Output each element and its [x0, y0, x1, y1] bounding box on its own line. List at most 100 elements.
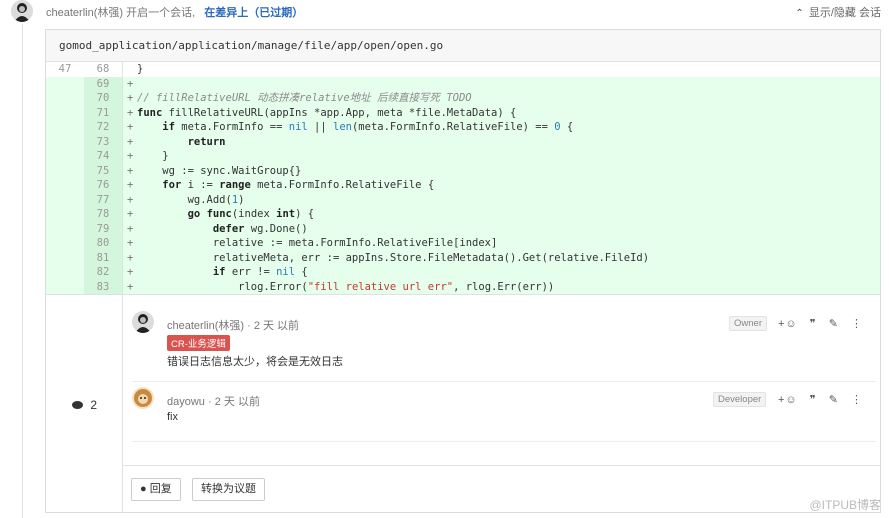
new-line-number[interactable]: 78 — [84, 207, 122, 222]
diff-sign: + — [127, 266, 134, 278]
new-line-number[interactable]: 75 — [84, 163, 122, 178]
new-line-number[interactable]: 83 — [84, 279, 122, 294]
new-line-number[interactable]: 72 — [84, 120, 122, 135]
diff-sign: + — [127, 237, 134, 249]
diff-line: 71 + func fillRelativeURL(appIns *app.App,… — [46, 105, 880, 120]
header-author[interactable]: cheaterlin(林强) — [46, 7, 123, 19]
note-separator: · — [247, 320, 251, 332]
convert-to-issue-button[interactable]: 转换为议题 — [192, 478, 265, 501]
code-text: defer wg.Done() — [212, 222, 308, 235]
new-line-number[interactable]: 71 — [84, 105, 122, 120]
gutter-divider — [122, 279, 123, 294]
note-time: 2 天 以前 — [214, 396, 260, 408]
new-line-number[interactable]: 73 — [84, 134, 122, 149]
gutter-divider — [122, 62, 123, 77]
label-badge[interactable]: CR-业务逻辑 — [167, 335, 230, 351]
note-divider — [132, 441, 876, 442]
gutter-divider — [122, 91, 123, 106]
old-line-number[interactable]: 47 — [46, 62, 84, 77]
gutter-divider — [122, 134, 123, 149]
note-meta: cheaterlin(林强) · 2 天 以前 — [167, 317, 299, 333]
diff-line: 82 + if err != nil { — [46, 265, 880, 280]
diff-line: 77 + wg.Add(1) — [46, 192, 880, 207]
new-line-number[interactable]: 80 — [84, 236, 122, 251]
discussion-thread: 2 cheaterlin(林强) · 2 天 以前 Owner +☺ ❞ ✎ ⋮… — [46, 294, 880, 513]
note-author[interactable]: cheaterlin(林强) — [167, 320, 244, 332]
diff-sign: + — [127, 164, 134, 177]
add-emoji-icon[interactable]: +☺ — [778, 318, 798, 330]
quote-icon[interactable]: ❞ — [810, 318, 817, 330]
diff-line: 80 + relative := meta.FormInfo.RelativeFi… — [46, 236, 880, 251]
diff-file-header[interactable]: gomod_application/application/manage/fil… — [46, 30, 880, 62]
gutter-divider — [122, 221, 123, 236]
chevron-up-icon: ⌃ — [795, 8, 804, 19]
discussion-count-panel: 2 — [46, 295, 123, 513]
new-line-number[interactable]: 82 — [84, 265, 122, 280]
gutter-divider — [122, 120, 123, 135]
toggle-discussion-button[interactable]: ⌃ 显示/隐藏 会话 — [795, 4, 881, 20]
new-line-number[interactable]: 79 — [84, 221, 122, 236]
code-text: wg.Add(1) — [137, 193, 245, 206]
gutter-divider — [122, 178, 123, 193]
gutter-divider — [122, 236, 123, 251]
code-text: if err != nil { — [212, 266, 308, 278]
note-separator: · — [207, 396, 212, 408]
diff-line: 72 + if meta.FormInfo == nil || len(meta.… — [46, 120, 880, 135]
timeline-line — [22, 24, 23, 518]
note-body: fix — [167, 411, 178, 423]
edit-icon[interactable]: ✎ — [829, 394, 839, 406]
diff-line: 83 + rlog.Error("fill relative url err", … — [46, 279, 880, 294]
note-meta: dayowu · 2 天 以前 — [167, 393, 260, 409]
header-text: cheaterlin(林强) 开启一个会话, 在差异上（已过期） — [46, 4, 303, 20]
diff-sign: + — [127, 92, 134, 104]
edit-icon[interactable]: ✎ — [829, 318, 839, 330]
code-text: return — [187, 135, 226, 148]
diff-line: 78 + go func(index int) { — [46, 207, 880, 222]
diff-sign: + — [127, 280, 134, 293]
note-author[interactable]: dayowu — [167, 396, 205, 408]
more-icon[interactable]: ⋮ — [851, 394, 863, 406]
reply-label: 回复 — [149, 483, 172, 495]
new-line-number[interactable]: 77 — [84, 192, 122, 207]
code-text: if meta.FormInfo == nil || len(meta.Form… — [162, 121, 574, 133]
comment-icon: ● — [140, 483, 147, 495]
code-text: } — [137, 63, 144, 75]
note-actions: +☺ ❞ ✎ ⋮ — [778, 393, 863, 406]
new-line-number[interactable]: 68 — [84, 62, 122, 77]
code-text: rlog.Error("fill relative url err", rlog… — [137, 280, 555, 293]
diff-line: 73 + return — [46, 134, 880, 149]
code-text: for i := range meta.FormInfo.RelativeFil… — [162, 179, 435, 191]
code-text: go func(index int) { — [187, 208, 315, 220]
add-emoji-icon[interactable]: +☺ — [778, 394, 798, 406]
avatar[interactable] — [132, 311, 154, 333]
outdated-diff-link[interactable]: 在差异上（已过期） — [204, 7, 303, 19]
reply-button[interactable]: ● 回复 — [131, 478, 181, 501]
comment-bubble-icon — [72, 401, 83, 409]
diff-sign: + — [127, 251, 134, 264]
code-text: wg := sync.WaitGroup{} — [137, 164, 302, 177]
new-line-number[interactable]: 81 — [84, 250, 122, 265]
diff-line: 76 + for i := range meta.FormInfo.Relativ… — [46, 178, 880, 193]
avatar[interactable] — [132, 387, 154, 409]
diff-sign: + — [127, 179, 134, 191]
header-action: 开启一个会话, — [126, 7, 196, 19]
role-badge: Developer — [713, 392, 767, 407]
diff-line: 74 + } — [46, 149, 880, 164]
note-item: cheaterlin(林强) · 2 天 以前 Owner +☺ ❞ ✎ ⋮ C… — [132, 311, 872, 381]
note-item: dayowu · 2 天 以前 Developer +☺ ❞ ✎ ⋮ fix — [132, 387, 872, 441]
gutter-divider — [122, 76, 123, 91]
code-text: relativeMeta, err := appIns.Store.FileMe… — [137, 251, 650, 264]
new-line-number[interactable]: 76 — [84, 178, 122, 193]
new-line-number[interactable]: 70 — [84, 91, 122, 106]
new-line-number[interactable]: 69 — [84, 76, 122, 91]
avatar[interactable] — [11, 0, 33, 22]
note-divider — [132, 381, 876, 382]
new-line-number[interactable]: 74 — [84, 149, 122, 164]
quote-icon[interactable]: ❞ — [810, 394, 817, 406]
more-icon[interactable]: ⋮ — [851, 318, 863, 330]
gutter-divider — [122, 163, 123, 178]
diff-line: 79 + defer wg.Done() — [46, 221, 880, 236]
discussion-header: cheaterlin(林强) 开启一个会话, 在差异上（已过期） ⌃ 显示/隐藏… — [0, 0, 889, 22]
code-text: relative := meta.FormInfo.RelativeFile[i… — [137, 237, 498, 249]
gutter-divider — [122, 149, 123, 164]
